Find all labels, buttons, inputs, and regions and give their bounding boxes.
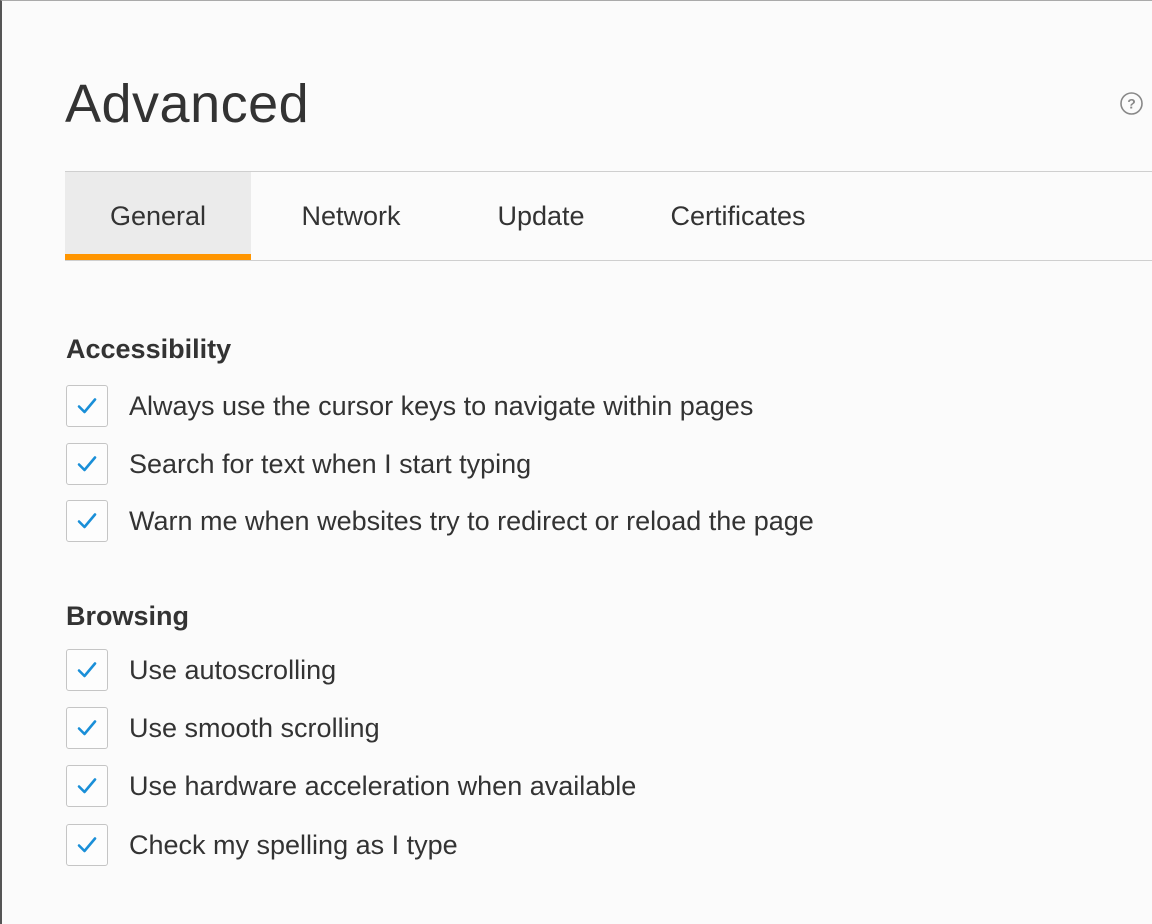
tab-general[interactable]: General <box>65 172 251 260</box>
option-warn-redirect[interactable]: Warn me when websites try to redirect or… <box>66 499 814 543</box>
tab-label: Update <box>497 200 585 231</box>
checkbox[interactable] <box>66 500 108 542</box>
checkbox[interactable] <box>66 649 108 691</box>
preferences-window: Advanced ? General Network Update Certif… <box>0 0 1152 924</box>
option-label: Warn me when websites try to redirect or… <box>129 505 814 536</box>
option-label: Check my spelling as I type <box>129 829 458 860</box>
tab-label: General <box>109 200 207 231</box>
checkbox[interactable] <box>66 765 108 807</box>
option-label: Use smooth scrolling <box>129 712 380 743</box>
checkbox[interactable] <box>66 385 108 427</box>
option-smooth-scrolling[interactable]: Use smooth scrolling <box>66 706 380 750</box>
option-label: Search for text when I start typing <box>129 448 532 479</box>
checkmark-icon <box>77 513 97 529</box>
question-circle-icon[interactable]: ? <box>1119 91 1144 116</box>
tab-network[interactable]: Network <box>251 172 451 260</box>
checkbox[interactable] <box>66 707 108 749</box>
tab-update[interactable]: Update <box>451 172 631 260</box>
checkmark-icon <box>77 456 97 472</box>
tab-label: Certificates <box>670 200 806 231</box>
checkmark-icon <box>77 662 97 678</box>
option-search-text[interactable]: Search for text when I start typing <box>66 442 531 486</box>
page-title: Advanced <box>65 74 310 134</box>
tab-certificates[interactable]: Certificates <box>631 172 845 260</box>
option-cursor-keys[interactable]: Always use the cursor keys to navigate w… <box>66 384 753 428</box>
checkmark-icon <box>77 837 97 853</box>
section-heading-accessibility: Accessibility <box>66 334 232 364</box>
option-autoscrolling[interactable]: Use autoscrolling <box>66 648 336 692</box>
tab-label: Network <box>301 200 401 231</box>
option-label: Use autoscrolling <box>129 654 337 685</box>
checkbox[interactable] <box>66 443 108 485</box>
tab-bar: General Network Update Certificates <box>65 172 845 260</box>
checkbox[interactable] <box>66 824 108 866</box>
option-hardware-acceleration[interactable]: Use hardware acceleration when available <box>66 764 636 808</box>
checkmark-icon <box>77 398 97 414</box>
svg-text:?: ? <box>1127 96 1136 112</box>
option-spell-check[interactable]: Check my spelling as I type <box>66 823 458 867</box>
checkmark-icon <box>77 778 97 794</box>
checkmark-icon <box>77 720 97 736</box>
option-label: Use hardware acceleration when available <box>129 770 637 801</box>
tabs-divider <box>65 260 1152 261</box>
option-label: Always use the cursor keys to navigate w… <box>129 390 754 421</box>
section-heading-browsing: Browsing <box>66 601 190 631</box>
